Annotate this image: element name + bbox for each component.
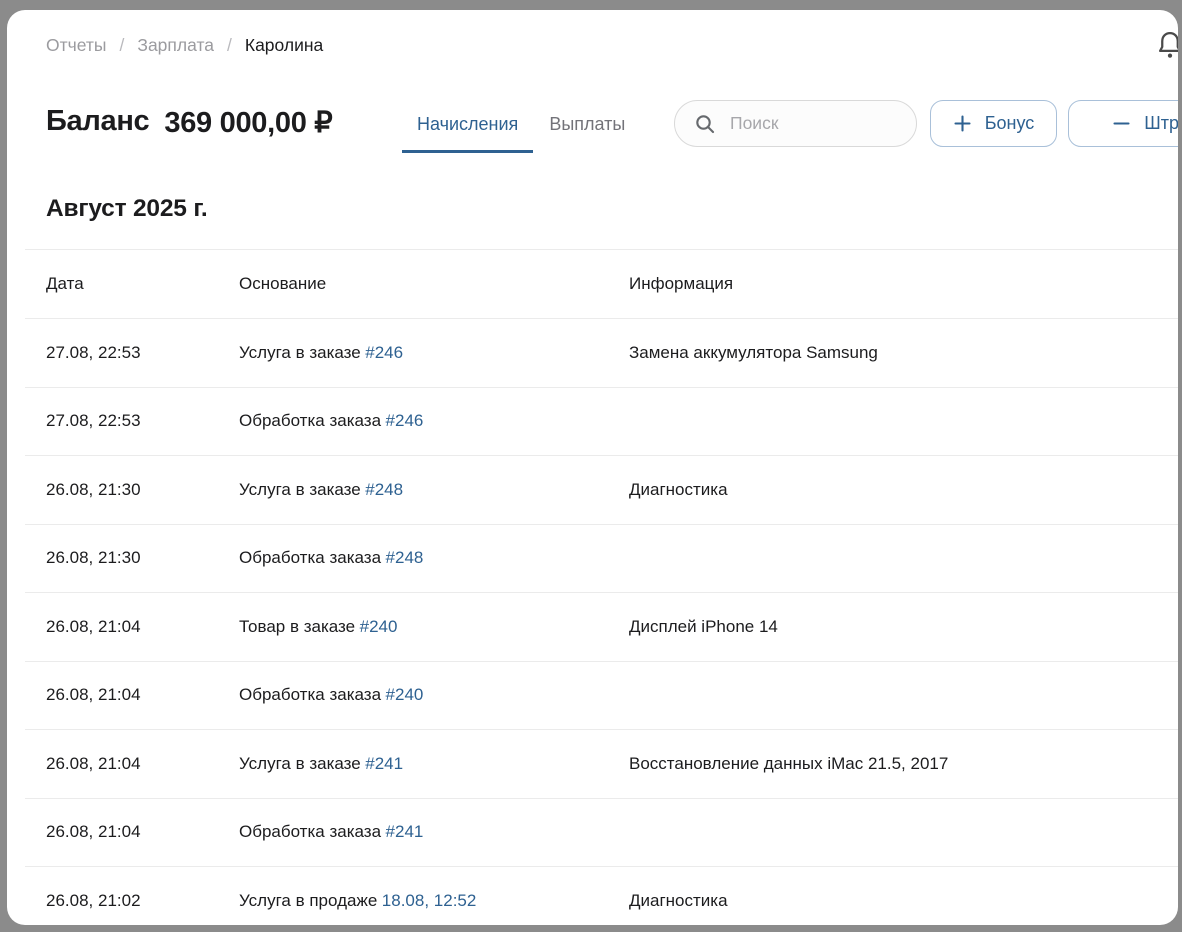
balance-label: Баланс xyxy=(46,105,149,140)
row-date: 26.08, 21:04 xyxy=(46,685,239,705)
column-header-basis: Основание xyxy=(239,274,629,294)
table-row: 26.08, 21:30 Услуга в заказе#248 Диагнос… xyxy=(25,455,1178,524)
row-basis-link[interactable]: #248 xyxy=(365,480,403,499)
tabs: Начисления Выплаты xyxy=(402,98,625,153)
table-row: 26.08, 21:04 Услуга в заказе#241 Восстан… xyxy=(25,729,1178,798)
main-window: Отчеты / Зарплата / Каролина Баланс 369 … xyxy=(7,10,1178,925)
penalty-button-label: Штраф xyxy=(1144,113,1178,134)
breadcrumb-item-salary[interactable]: Зарплата xyxy=(137,35,214,56)
table-row: 26.08, 21:04 Товар в заказе #240 Дисплей … xyxy=(25,592,1178,661)
row-date: 26.08, 21:04 xyxy=(46,822,239,842)
row-basis: Услуга в продаже 18.08, 12:52 xyxy=(239,891,629,911)
row-info: Замена аккумулятора Samsung xyxy=(629,343,1178,363)
search-input[interactable] xyxy=(730,113,900,134)
table-row: 26.08, 21:04 Обработка заказа #241 xyxy=(25,798,1178,867)
row-basis: Услуга в заказе#248 xyxy=(239,480,629,500)
table-row: 26.08, 21:04 Обработка заказа #240 xyxy=(25,661,1178,730)
minus-icon xyxy=(1112,114,1131,133)
row-basis-text: Обработка заказа xyxy=(239,411,381,430)
table-row: 26.08, 21:02 Услуга в продаже 18.08, 12:5… xyxy=(25,866,1178,925)
breadcrumb-separator: / xyxy=(227,35,232,56)
row-date: 26.08, 21:04 xyxy=(46,754,239,774)
row-basis-link[interactable]: #241 xyxy=(386,822,424,841)
column-header-info: Информация xyxy=(629,274,1178,294)
row-basis: Обработка заказа #241 xyxy=(239,822,629,842)
breadcrumb-separator: / xyxy=(120,35,125,56)
row-basis: Товар в заказе #240 xyxy=(239,617,629,637)
row-basis-text: Обработка заказа xyxy=(239,685,381,704)
breadcrumb-item-reports[interactable]: Отчеты xyxy=(46,35,107,56)
table-body: 27.08, 22:53 Услуга в заказе#246 Замена … xyxy=(25,318,1178,925)
row-date: 27.08, 22:53 xyxy=(46,343,239,363)
row-basis-link[interactable]: #248 xyxy=(386,548,424,567)
tab-payouts[interactable]: Выплаты xyxy=(549,98,625,153)
balance-value: 369 000,00 ₽ xyxy=(164,105,332,140)
table-row: 27.08, 22:53 Обработка заказа #246 xyxy=(25,387,1178,456)
tab-accruals[interactable]: Начисления xyxy=(402,98,533,153)
bonus-button[interactable]: Бонус xyxy=(930,100,1057,147)
row-info: Дисплей iPhone 14 xyxy=(629,617,1178,637)
row-date: 26.08, 21:04 xyxy=(46,617,239,637)
row-date: 26.08, 21:02 xyxy=(46,891,239,911)
row-basis-link[interactable]: #241 xyxy=(365,754,403,773)
row-basis-text: Обработка заказа xyxy=(239,822,381,841)
row-basis: Обработка заказа #248 xyxy=(239,548,629,568)
row-basis-link[interactable]: #240 xyxy=(386,685,424,704)
row-info: Диагностика xyxy=(629,891,1178,911)
row-basis-text: Обработка заказа xyxy=(239,548,381,567)
search-icon xyxy=(694,113,716,135)
bonus-button-label: Бонус xyxy=(985,113,1035,134)
row-basis: Услуга в заказе#246 xyxy=(239,343,629,363)
table-row: 26.08, 21:30 Обработка заказа #248 xyxy=(25,524,1178,593)
row-basis: Обработка заказа #240 xyxy=(239,685,629,705)
row-basis: Обработка заказа #246 xyxy=(239,411,629,431)
table-header-row: Дата Основание Информация xyxy=(25,249,1178,318)
period-title: Август 2025 г. xyxy=(46,195,207,223)
row-info: Восстановление данных iMac 21.5, 2017 xyxy=(629,754,1178,774)
search-box[interactable] xyxy=(674,100,917,147)
row-basis-text: Услуга в заказе xyxy=(239,480,361,499)
breadcrumb: Отчеты / Зарплата / Каролина xyxy=(46,35,323,56)
row-basis-link[interactable]: #246 xyxy=(386,411,424,430)
row-date: 26.08, 21:30 xyxy=(46,548,239,568)
row-basis-link[interactable]: #240 xyxy=(360,617,398,636)
table-row: 27.08, 22:53 Услуга в заказе#246 Замена … xyxy=(25,318,1178,387)
row-basis-text: Товар в заказе xyxy=(239,617,355,636)
row-date: 26.08, 21:30 xyxy=(46,480,239,500)
row-basis-text: Услуга в заказе xyxy=(239,343,361,362)
row-basis-text: Услуга в заказе xyxy=(239,754,361,773)
row-info: Диагностика xyxy=(629,480,1178,500)
row-basis-text: Услуга в продаже xyxy=(239,891,377,910)
row-basis-link[interactable]: 18.08, 12:52 xyxy=(382,891,477,910)
transactions-table: Дата Основание Информация 27.08, 22:53 У… xyxy=(25,249,1178,925)
plus-icon xyxy=(953,114,972,133)
row-date: 27.08, 22:53 xyxy=(46,411,239,431)
breadcrumb-item-employee: Каролина xyxy=(245,35,323,56)
balance: Баланс 369 000,00 ₽ xyxy=(46,105,332,140)
penalty-button[interactable]: Штраф xyxy=(1068,100,1178,147)
column-header-date: Дата xyxy=(46,274,239,294)
row-basis-link[interactable]: #246 xyxy=(365,343,403,362)
row-basis: Услуга в заказе#241 xyxy=(239,754,629,774)
notifications-bell-icon[interactable] xyxy=(1155,29,1178,63)
